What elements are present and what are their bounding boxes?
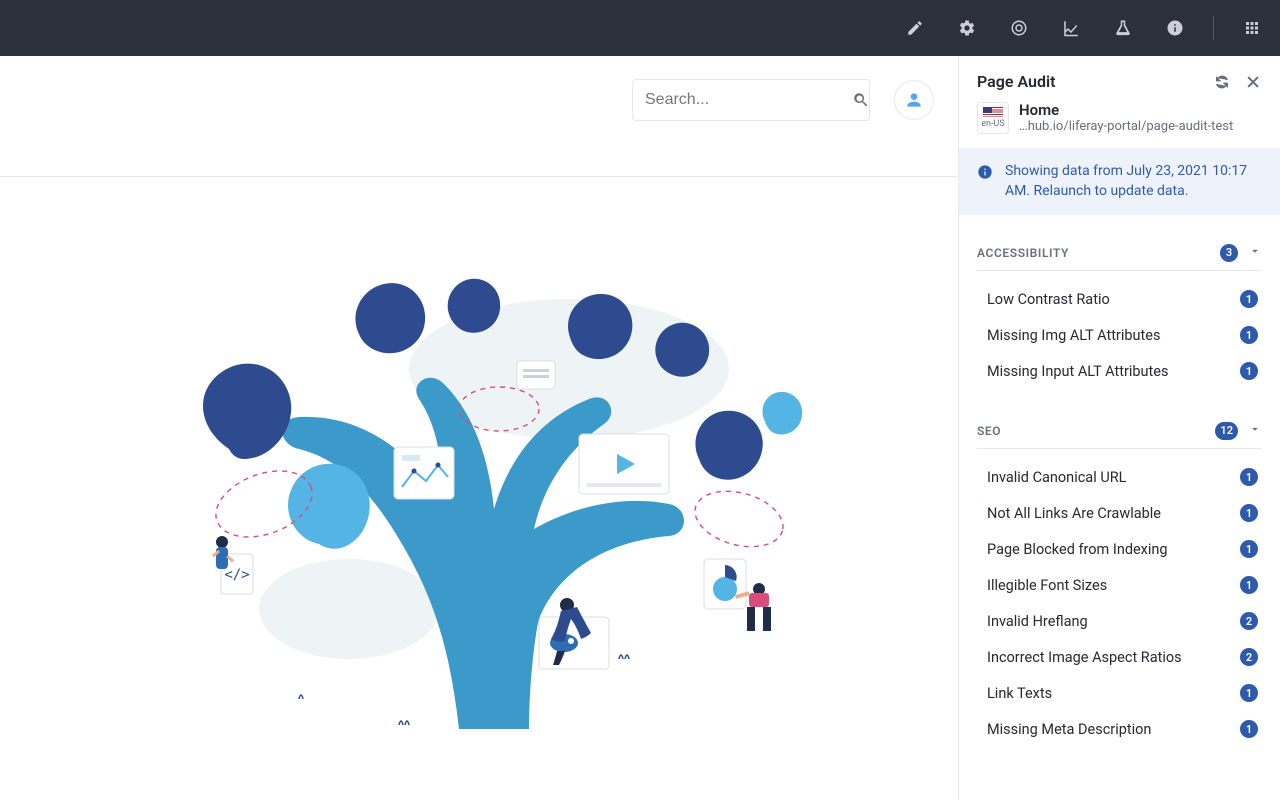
section-label: ACCESSIBILITY (977, 246, 1069, 260)
page-header (0, 56, 958, 144)
page-audit-panel: Page Audit en-US Home …hub.io/liferay-po… (958, 56, 1280, 800)
page-title: Home (1019, 101, 1233, 119)
issue-label: Low Contrast Ratio (987, 291, 1110, 308)
issue-list: Invalid Canonical URL1Not All Links Are … (977, 449, 1262, 769)
issue-label: Not All Links Are Crawlable (987, 505, 1161, 522)
issue-count-badge: 1 (1240, 684, 1258, 702)
gear-icon[interactable] (953, 14, 981, 42)
info-icon[interactable] (1161, 14, 1189, 42)
issue-label: Page Blocked from Indexing (987, 541, 1168, 558)
issue-label: Missing Input ALT Attributes (987, 363, 1168, 380)
pencil-icon[interactable] (901, 14, 929, 42)
avatar[interactable] (894, 80, 934, 120)
issue-count-badge: 1 (1240, 540, 1258, 558)
issue-label: Invalid Canonical URL (987, 469, 1126, 486)
info-text: Showing data from July 23, 2021 10:17 AM… (1005, 162, 1262, 201)
top-toolbar (0, 0, 1280, 56)
issue-item[interactable]: Invalid Hreflang 2 (977, 603, 1262, 639)
main-content: </> (0, 56, 958, 800)
section-count-badge: 12 (1215, 422, 1238, 440)
issue-label: Missing Meta Description (987, 721, 1151, 738)
toolbar-divider (1213, 16, 1214, 40)
page-meta: en-US Home …hub.io/liferay-portal/page-a… (959, 101, 1280, 148)
page-url: …hub.io/liferay-portal/page-audit-test (1019, 119, 1233, 134)
info-alert: Showing data from July 23, 2021 10:17 AM… (959, 148, 1280, 215)
section-header[interactable]: SEO 12 (977, 411, 1262, 449)
issue-label: Missing Img ALT Attributes (987, 327, 1160, 344)
issue-label: Link Texts (987, 685, 1052, 702)
issue-item[interactable]: Incorrect Image Aspect Ratios 2 (977, 639, 1262, 675)
search-input[interactable] (645, 91, 852, 109)
flask-icon[interactable] (1109, 14, 1137, 42)
search-box[interactable] (632, 79, 870, 121)
chevron-down-icon (1248, 421, 1262, 440)
flag-icon (983, 107, 1003, 118)
chevron-down-icon (1248, 243, 1262, 262)
issue-label: Invalid Hreflang (987, 613, 1088, 630)
info-icon (977, 164, 993, 201)
grid-icon[interactable] (1238, 14, 1266, 42)
issue-item[interactable]: Missing Input ALT Attributes 1 (977, 353, 1262, 389)
issue-count-badge: 1 (1240, 362, 1258, 380)
issue-sections: ACCESSIBILITY3Low Contrast Ratio1Missing… (959, 215, 1280, 800)
language-badge[interactable]: en-US (977, 102, 1009, 134)
issue-item[interactable]: Page Blocked from Indexing 1 (977, 531, 1262, 567)
issue-item[interactable]: Missing Meta Description 1 (977, 711, 1262, 747)
issue-count-badge: 1 (1240, 720, 1258, 738)
hero-illustration: </> (0, 177, 958, 800)
issue-label: Illegible Font Sizes (987, 577, 1107, 594)
issue-count-badge: 2 (1240, 648, 1258, 666)
issue-list: Low Contrast Ratio1Missing Img ALT Attri… (977, 271, 1262, 411)
chart-icon[interactable] (1057, 14, 1085, 42)
issue-label: Incorrect Image Aspect Ratios (987, 649, 1182, 666)
issue-count-badge: 2 (1240, 612, 1258, 630)
close-icon[interactable] (1246, 74, 1262, 90)
section-header[interactable]: ACCESSIBILITY 3 (977, 233, 1262, 271)
panel-header: Page Audit (959, 56, 1280, 101)
issue-item[interactable]: Illegible Font Sizes 1 (977, 567, 1262, 603)
issue-item[interactable]: Link Texts 1 (977, 675, 1262, 711)
issue-count-badge: 1 (1240, 290, 1258, 308)
language-code: en-US (981, 119, 1004, 129)
issue-count-badge: 1 (1240, 504, 1258, 522)
issue-count-badge: 1 (1240, 576, 1258, 594)
target-icon[interactable] (1005, 14, 1033, 42)
issue-item[interactable]: Not All Links Are Crawlable 1 (977, 495, 1262, 531)
issue-item[interactable]: Missing Img ALT Attributes 1 (977, 317, 1262, 353)
issue-item[interactable]: Low Contrast Ratio 1 (977, 281, 1262, 317)
refresh-icon[interactable] (1214, 74, 1230, 90)
section-count-badge: 3 (1220, 244, 1238, 262)
panel-title: Page Audit (977, 72, 1214, 91)
search-icon[interactable] (852, 91, 870, 109)
issue-count-badge: 1 (1240, 468, 1258, 486)
issue-item[interactable]: Invalid Canonical URL 1 (977, 459, 1262, 495)
issue-count-badge: 1 (1240, 326, 1258, 344)
section-label: SEO (977, 424, 1001, 438)
svg-text:</>: </> (224, 567, 249, 583)
